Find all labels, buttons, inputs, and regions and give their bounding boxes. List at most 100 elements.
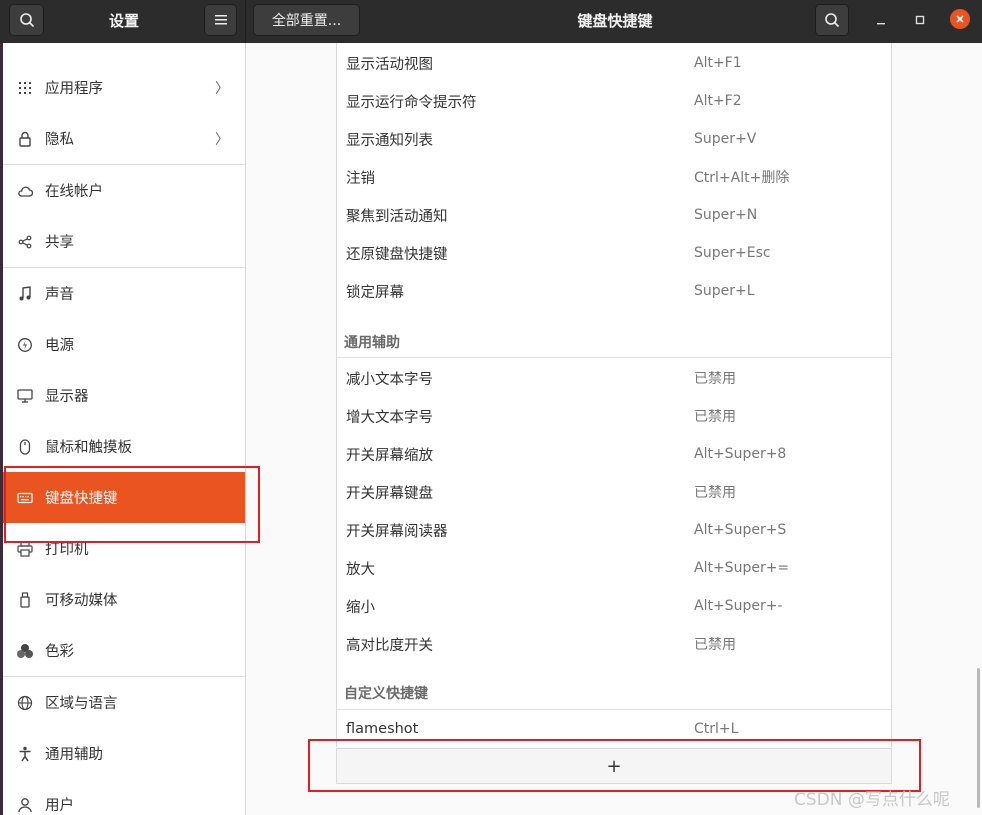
sidebar-item-removable-media[interactable]: 可移动媒体 — [3, 574, 245, 625]
search-button[interactable] — [9, 4, 44, 36]
shortcut-key: Alt+Super+- — [694, 598, 783, 614]
search-icon — [825, 13, 840, 28]
shortcut-name: 减小文本字号 — [346, 371, 433, 388]
shortcut-row[interactable]: 锁定屏幕 Super+L — [337, 272, 891, 310]
highlight-box — [4, 466, 260, 543]
sidebar-item-label: 共享 — [45, 235, 74, 251]
shortcut-key: 已禁用 — [694, 485, 736, 501]
cloud-icon — [16, 182, 34, 200]
shortcut-row[interactable]: 聚焦到活动通知 Super+N — [337, 196, 891, 234]
sidebar-item-label: 应用程序 — [45, 81, 103, 97]
sidebar-item-label: 可移动媒体 — [45, 593, 118, 609]
sidebar-item-power[interactable]: 电源 — [3, 319, 245, 370]
shortcut-key: Ctrl+L — [694, 721, 739, 737]
sidebar-item-label: 鼠标和触摸板 — [45, 440, 132, 456]
minimize-button[interactable] — [871, 10, 891, 30]
sidebar-item-displays[interactable]: 显示器 — [3, 370, 245, 421]
shortcut-name: flameshot — [346, 721, 419, 737]
shortcut-row[interactable]: 高对比度开关 已禁用 — [337, 625, 891, 663]
sidebar-item-region-language[interactable]: 区域与语言 — [3, 677, 245, 728]
color-icon — [16, 642, 34, 660]
globe-icon — [16, 694, 34, 712]
sidebar-item-label: 色彩 — [45, 644, 74, 660]
shortcut-key: Alt+Super+S — [694, 522, 787, 538]
settings-title: 设置 — [108, 12, 139, 30]
shortcut-name: 放大 — [346, 561, 375, 578]
header-bar: 设置 全部重置... 键盘快捷键 — [0, 0, 982, 43]
sidebar-item-label: 用户 — [45, 798, 74, 814]
hamburger-icon — [214, 15, 227, 25]
shortcut-row[interactable]: 放大 Alt+Super+= — [337, 549, 891, 587]
shortcut-row[interactable]: 显示运行命令提示符 Alt+F2 — [337, 82, 891, 120]
shortcut-name: 显示通知列表 — [346, 132, 433, 149]
shortcut-key: Alt+Super+8 — [694, 446, 787, 462]
shortcut-key: Super+Esc — [694, 245, 771, 261]
sidebar-item-color[interactable]: 色彩 — [3, 625, 245, 676]
display-icon — [16, 387, 34, 405]
sidebar-item-label: 隐私 — [45, 132, 74, 148]
content-search-button[interactable] — [815, 4, 849, 36]
shortcut-row[interactable]: 显示活动视图 Alt+F1 — [337, 44, 891, 82]
mouse-icon — [16, 438, 34, 456]
sidebar-item-sharing[interactable]: 共享 — [3, 216, 245, 267]
main-content: 显示活动视图 Alt+F1 显示运行命令提示符 Alt+F2 显示通知列表 Su… — [246, 43, 982, 815]
shortcut-key: 已禁用 — [694, 637, 736, 653]
shortcut-name: 显示活动视图 — [346, 56, 433, 73]
sidebar-item-apps[interactable]: 应用程序 〉 — [3, 62, 245, 113]
search-icon — [19, 13, 34, 28]
section-divider — [337, 357, 891, 358]
shortcut-row[interactable]: 显示通知列表 Super+V — [337, 120, 891, 158]
shortcut-name: 缩小 — [346, 599, 375, 616]
shortcut-name: 开关屏幕缩放 — [346, 447, 433, 464]
sidebar-item-online-accounts[interactable]: 在线帐户 — [3, 165, 245, 216]
user-icon — [16, 796, 34, 814]
shortcut-key: Alt+Super+= — [694, 560, 790, 576]
sidebar-item-label: 电源 — [45, 338, 74, 354]
sidebar-item-label: 声音 — [45, 287, 74, 303]
shortcut-row[interactable]: 开关屏幕缩放 Alt+Super+8 — [337, 435, 891, 473]
shortcut-name: 开关屏幕阅读器 — [346, 523, 448, 540]
shortcut-row[interactable]: 开关屏幕键盘 已禁用 — [337, 473, 891, 511]
shortcut-name: 注销 — [346, 170, 375, 187]
sidebar-item-mouse-touchpad[interactable]: 鼠标和触摸板 — [3, 421, 245, 472]
shortcut-row[interactable]: 注销 Ctrl+Alt+删除 — [337, 158, 891, 196]
sidebar-item-sound[interactable]: 声音 — [3, 268, 245, 319]
shortcut-name: 聚焦到活动通知 — [346, 208, 448, 225]
section-title-accessibility: 通用辅助 — [344, 335, 400, 351]
usb-icon — [16, 591, 34, 609]
shortcut-row[interactable]: 还原键盘快捷键 Super+Esc — [337, 234, 891, 272]
scrollbar[interactable] — [977, 668, 980, 808]
accessibility-icon — [16, 745, 34, 763]
sidebar-item-privacy[interactable]: 隐私 〉 — [3, 113, 245, 164]
chevron-right-icon: 〉 — [215, 80, 229, 97]
shortcut-row[interactable]: 增大文本字号 已禁用 — [337, 397, 891, 435]
shortcut-name: 显示运行命令提示符 — [346, 94, 477, 111]
close-button[interactable] — [950, 9, 970, 29]
menu-button[interactable] — [204, 4, 237, 36]
shortcut-key: Alt+F2 — [694, 93, 742, 109]
maximize-button[interactable] — [910, 10, 930, 30]
sidebar-item-users[interactable]: 用户 — [3, 779, 245, 815]
shortcut-key: Ctrl+Alt+删除 — [694, 170, 790, 186]
shortcut-name: 增大文本字号 — [346, 409, 433, 426]
shortcut-row[interactable]: 减小文本字号 已禁用 — [337, 359, 891, 397]
section-title-custom: 自定义快捷键 — [344, 686, 428, 702]
watermark: CSDN @写点什么呢 — [794, 790, 950, 810]
shortcut-key: 已禁用 — [694, 409, 736, 425]
shortcut-name: 还原键盘快捷键 — [346, 246, 448, 263]
shortcut-name: 开关屏幕键盘 — [346, 485, 433, 502]
sidebar-item-label: 显示器 — [45, 389, 89, 405]
shortcut-row[interactable]: 缩小 Alt+Super+- — [337, 587, 891, 625]
shortcut-name: 锁定屏幕 — [346, 284, 404, 301]
apps-grid-icon — [16, 79, 34, 97]
sidebar-item-accessibility[interactable]: 通用辅助 — [3, 728, 245, 779]
shortcut-row[interactable]: 开关屏幕阅读器 Alt+Super+S — [337, 511, 891, 549]
power-icon — [16, 336, 34, 354]
maximize-icon — [915, 15, 925, 25]
share-icon — [16, 233, 34, 251]
sidebar-item-label: 区域与语言 — [45, 696, 118, 712]
close-icon — [956, 15, 964, 23]
header-separator — [245, 0, 246, 43]
shortcut-name: 高对比度开关 — [346, 637, 433, 654]
reset-all-button[interactable]: 全部重置... — [253, 4, 360, 36]
